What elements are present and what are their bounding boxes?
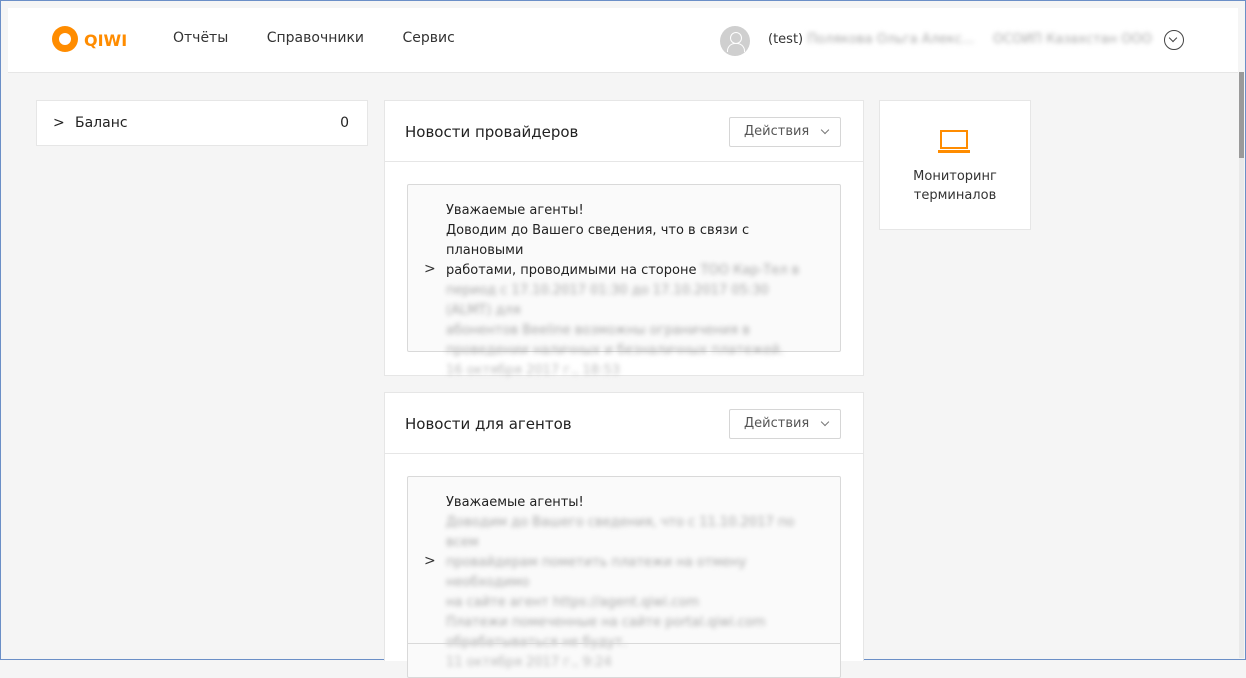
monitoring-label: Мониторинг терминалов: [913, 169, 997, 203]
qiwi-logo[interactable]: QIWI: [52, 24, 152, 58]
news-line: Уважаемые агенты!: [446, 495, 584, 510]
user-name: Полякова Ольга Алекс...: [807, 32, 975, 47]
actions-label: Действия: [744, 124, 810, 139]
chevron-right-icon: >: [424, 261, 436, 277]
chevron-down-icon: [820, 417, 830, 427]
agent-news-card: Новости для агентов Действия > Уважаемые…: [384, 392, 864, 678]
qiwi-logo-icon: [52, 26, 78, 52]
actions-dropdown[interactable]: Действия: [729, 409, 841, 439]
card-title: Новости для агентов: [405, 415, 572, 433]
blurred-text: TOO Кар-Тел в: [700, 263, 800, 278]
news-item[interactable]: > Уважаемые агенты! Доводим до Вашего св…: [407, 184, 841, 378]
news-line: Платежи помеченные на сайте portal.qiwi.…: [446, 615, 766, 630]
news-line: Уважаемые агенты!: [446, 203, 584, 218]
balance-panel[interactable]: > Баланс 0: [36, 100, 368, 146]
laptop-icon: [938, 130, 970, 153]
balance-value: 0: [340, 115, 349, 131]
nav-directories[interactable]: Справочники: [267, 30, 364, 46]
chevron-right-icon: >: [53, 115, 65, 131]
top-header: QIWI Отчёты Справочники Сервис (test) По…: [8, 8, 1238, 73]
news-line: Доводим до Вашего сведения, что в связи …: [446, 223, 750, 258]
card-header: Новости для агентов Действия: [385, 393, 863, 454]
news-date: 16 октября 2017 г., 18:53: [446, 363, 621, 378]
news-line: провайдерам пометить платежи на отмену н…: [446, 555, 747, 590]
scrollbar-thumb[interactable]: [1239, 72, 1244, 158]
news-line: проведении наличных и безналичных платеж…: [446, 343, 785, 358]
news-date: 11 октября 2017 г., 9:24: [446, 655, 612, 670]
scrollbar-track[interactable]: [1239, 72, 1244, 658]
organization-name[interactable]: ОСОИП Казахстан ООО: [993, 32, 1152, 47]
chevron-down-icon: [820, 125, 830, 135]
circle-chevron-down-icon[interactable]: [1164, 30, 1184, 50]
chevron-right-icon: >: [424, 553, 436, 569]
nav-service[interactable]: Сервис: [402, 30, 454, 46]
news-line: работами, проводимыми на стороне TOO Кар…: [446, 263, 800, 278]
news-line: период с 17.10.2017 01:30 до 17.10.2017 …: [446, 283, 769, 318]
actions-dropdown[interactable]: Действия: [729, 117, 841, 147]
news-body: Уважаемые агенты! Доводим до Вашего свед…: [446, 493, 816, 673]
card-title: Новости провайдеров: [405, 123, 579, 141]
avatar-icon[interactable]: [720, 26, 750, 56]
news-body: Уважаемые агенты! Доводим до Вашего свед…: [446, 201, 816, 381]
main-nav: Отчёты Справочники Сервис: [173, 30, 489, 46]
user-prefix: (test): [768, 32, 804, 47]
balance-label: Баланс: [75, 115, 128, 131]
news-item[interactable]: > Уважаемые агенты! Доводим до Вашего св…: [407, 476, 841, 678]
provider-news-card: Новости провайдеров Действия > Уважаемые…: [384, 100, 864, 378]
terminal-monitoring-widget[interactable]: Мониторинг терминалов: [879, 100, 1031, 230]
news-line: абонентов Beeline возможны ограничения в: [446, 323, 750, 338]
logo-text: QIWI: [84, 31, 128, 50]
news-line: Доводим до Вашего сведения, что с 11.10.…: [446, 515, 795, 550]
card-header: Новости провайдеров Действия: [385, 101, 863, 162]
user-info[interactable]: (test) Полякова Ольга Алекс...: [768, 32, 974, 47]
nav-reports[interactable]: Отчёты: [173, 30, 228, 46]
actions-label: Действия: [744, 416, 810, 431]
news-line: на сайте агент https://agent.qiwi.com: [446, 595, 700, 610]
news-divider: [408, 643, 840, 644]
